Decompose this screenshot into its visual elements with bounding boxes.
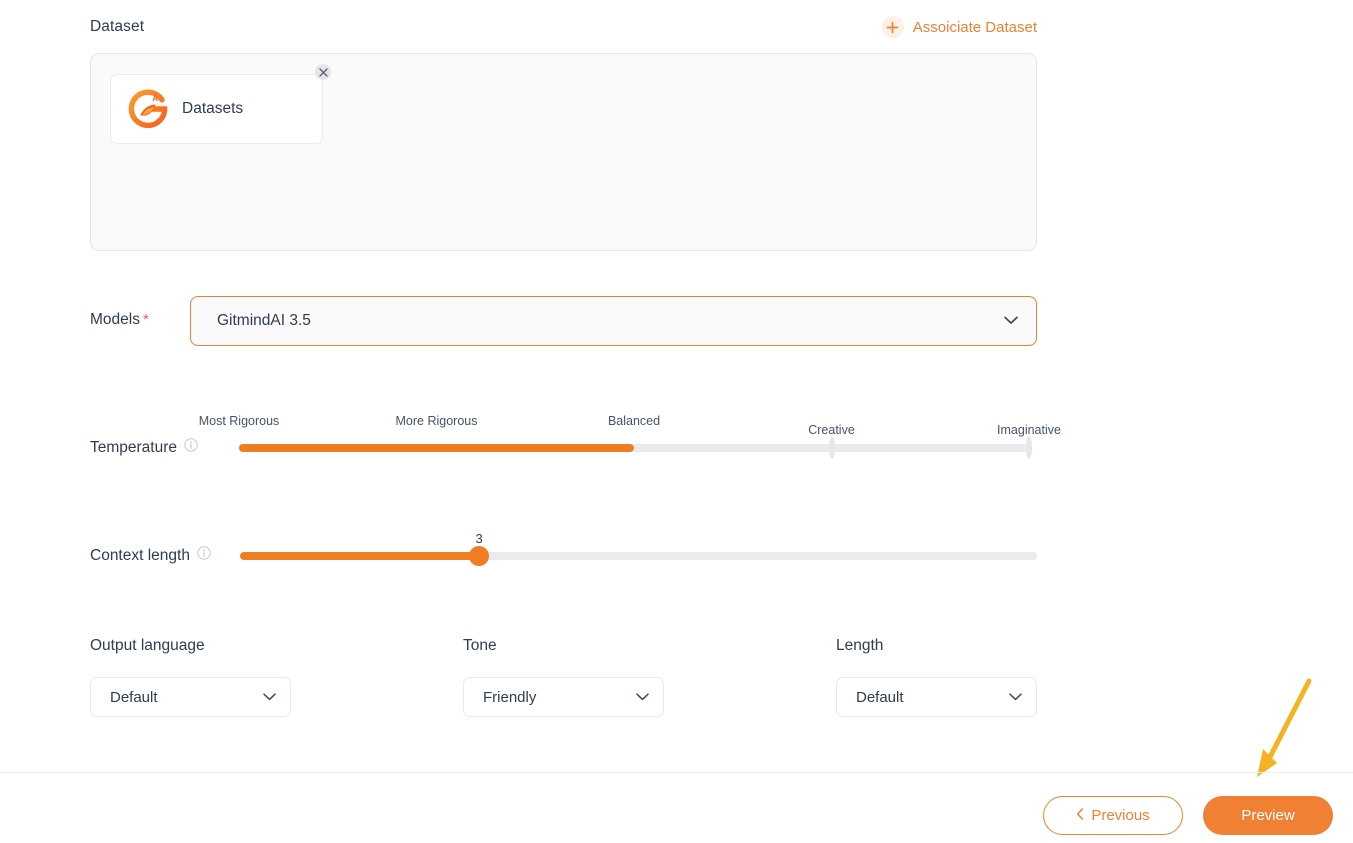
output-language-select[interactable]: Default [90, 677, 291, 717]
context-length-label: Context length [90, 546, 211, 565]
info-icon[interactable] [197, 546, 211, 565]
temperature-stop-label: Creative [808, 423, 855, 437]
plus-icon [881, 16, 904, 38]
temperature-stop-label: More Rigorous [395, 414, 478, 428]
output-language-label: Output language [90, 637, 205, 654]
temperature-slider[interactable]: Most Rigorous More Rigorous Balanced Cre… [199, 414, 1061, 459]
chevron-down-icon [263, 688, 276, 706]
temperature-stop-3[interactable]: Creative [808, 423, 855, 459]
context-length-label-text: Context length [90, 546, 190, 564]
dataset-card[interactable]: A Datasets [110, 74, 323, 144]
models-selected-value: GitmindAI 3.5 [217, 312, 311, 329]
svg-text:A: A [152, 94, 158, 103]
temperature-stop-label: Imaginative [997, 423, 1061, 437]
info-icon[interactable] [184, 438, 198, 457]
models-select[interactable]: GitmindAI 3.5 [190, 296, 1037, 346]
chevron-down-icon [1009, 688, 1022, 706]
close-icon[interactable] [315, 64, 331, 80]
tone-value: Friendly [483, 688, 537, 706]
dataset-section-label: Dataset [90, 18, 145, 35]
dataset-card-name: Datasets [182, 100, 244, 117]
associate-dataset-button[interactable]: Assoiciate Dataset [881, 16, 1037, 38]
models-label: Models * [90, 311, 149, 329]
chevron-left-icon [1076, 807, 1084, 824]
temperature-stop-label: Most Rigorous [198, 414, 280, 428]
tone-group: Tone Friendly [463, 637, 836, 717]
tone-label: Tone [463, 637, 497, 654]
length-select[interactable]: Default [836, 677, 1037, 717]
output-language-value: Default [110, 688, 158, 706]
required-asterisk: * [142, 311, 149, 328]
temperature-handle-4[interactable] [1026, 436, 1032, 459]
temperature-stop-4[interactable]: Imaginative [997, 423, 1061, 459]
output-language-group: Output language Default [90, 637, 463, 717]
temperature-slider-fill [239, 444, 634, 452]
previous-button[interactable]: Previous [1043, 796, 1183, 835]
temperature-handle-3[interactable] [828, 436, 835, 459]
temperature-label: Temperature [90, 438, 198, 457]
preview-button[interactable]: Preview [1203, 796, 1333, 835]
length-group: Length Default [836, 637, 1037, 717]
dataset-section-header: Dataset Assoiciate Dataset [90, 14, 1037, 40]
chevron-down-icon [1004, 312, 1018, 330]
dataset-drop-area[interactable]: A Datasets [90, 53, 1037, 251]
length-label: Length [836, 637, 884, 654]
output-options-row: Output language Default Tone Friendly Le… [90, 637, 1037, 717]
settings-page: Dataset Assoiciate Dataset A Datasets Mo… [0, 0, 1353, 843]
associate-dataset-label: Assoiciate Dataset [912, 18, 1037, 36]
context-length-slider[interactable]: 3 [240, 531, 1037, 566]
models-label-text: Models [90, 311, 140, 328]
chevron-down-icon [636, 688, 649, 706]
footer-divider [0, 772, 1353, 773]
context-length-slider-fill [240, 552, 480, 560]
context-length-value: 3 [475, 531, 483, 546]
temperature-stop-label: Balanced [607, 414, 661, 428]
temperature-label-text: Temperature [90, 438, 178, 456]
length-value: Default [856, 688, 904, 706]
context-length-handle[interactable]: 3 [469, 531, 490, 566]
tone-select[interactable]: Friendly [463, 677, 664, 717]
preview-button-label: Preview [1241, 807, 1295, 824]
arrow-down-left-icon [1243, 675, 1333, 785]
gitmind-dataset-logo: A [127, 88, 169, 130]
previous-button-label: Previous [1091, 807, 1150, 824]
